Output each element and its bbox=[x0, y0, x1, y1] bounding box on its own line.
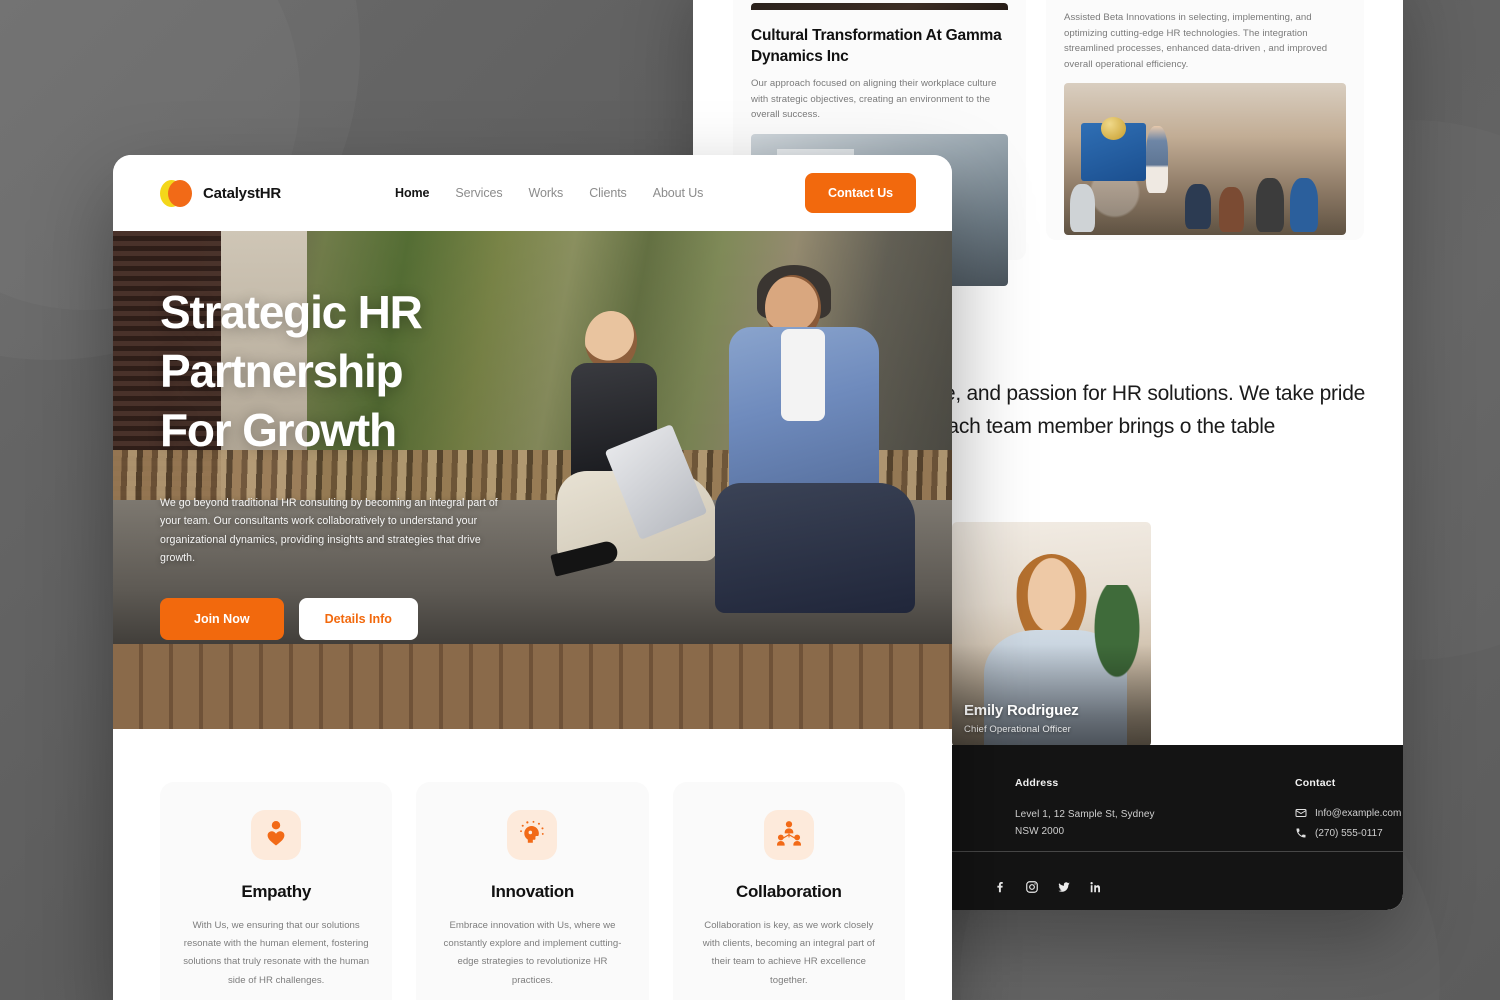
case-study-card[interactable]: HR Technology Integration At Beta Innova… bbox=[1046, 0, 1364, 240]
case-study-photo bbox=[1064, 83, 1346, 236]
case-study-title: Cultural Transformation At Gamma Dynamic… bbox=[751, 27, 1002, 65]
footer-social-links bbox=[993, 880, 1103, 894]
team-member-card[interactable]: Emily Rodriguez Chief Operational Office… bbox=[952, 522, 1151, 747]
landing-page-window: CatalystHR Home Services Works Clients A… bbox=[113, 155, 952, 1000]
footer-address-column: Address Level 1, 12 Sample St, Sydney NS… bbox=[1015, 777, 1175, 847]
feature-title: Empathy bbox=[241, 882, 312, 901]
footer-phone-text: (270) 555-0117 bbox=[1315, 827, 1383, 839]
hero-button-group: Join Now Details Info bbox=[160, 597, 600, 640]
case-study-description: Assisted Beta Innovations in selecting, … bbox=[1064, 12, 1328, 70]
feature-description: With Us, we ensuring that our solutions … bbox=[183, 920, 370, 986]
feature-icon-container bbox=[763, 810, 814, 860]
feature-title: Collaboration bbox=[735, 882, 842, 901]
features-section: Empathy With Us, we ensuring that our so… bbox=[113, 729, 952, 1000]
nav-link-clients[interactable]: Clients bbox=[589, 186, 627, 200]
team-member-name: Emily Rodriguez bbox=[964, 702, 1079, 719]
phone-icon bbox=[1295, 827, 1307, 839]
logo-mark-icon bbox=[160, 179, 192, 207]
person-heart-icon bbox=[264, 820, 288, 851]
feature-icon-container bbox=[251, 810, 302, 860]
footer-contact-column: Contact Info@example.com (270) 555-0117 bbox=[1295, 777, 1401, 847]
instagram-icon[interactable] bbox=[1025, 880, 1039, 894]
head-lightbulb-icon bbox=[519, 820, 545, 851]
contact-us-button[interactable]: Contact Us bbox=[805, 173, 916, 213]
footer-address-text: Level 1, 12 Sample St, Sydney NSW 2000 bbox=[1015, 809, 1155, 837]
footer-address-heading: Address bbox=[1015, 777, 1059, 789]
navbar: CatalystHR Home Services Works Clients A… bbox=[113, 155, 952, 231]
feature-card-empathy[interactable]: Empathy With Us, we ensuring that our so… bbox=[160, 782, 393, 1000]
hero-subtitle: We go beyond traditional HR consulting b… bbox=[160, 496, 498, 565]
footer-contact-heading: Contact bbox=[1295, 777, 1336, 789]
feature-description: Embrace innovation with Us, where we con… bbox=[443, 920, 622, 986]
hero-photo-person-man bbox=[707, 264, 922, 729]
linkedin-icon[interactable] bbox=[1089, 880, 1103, 894]
feature-title: Innovation bbox=[491, 882, 574, 901]
primary-navigation: Home Services Works Clients About Us bbox=[395, 186, 703, 200]
nav-link-about-us[interactable]: About Us bbox=[653, 186, 704, 200]
hero-title-line-1: Strategic HR bbox=[160, 286, 423, 338]
feature-card-innovation[interactable]: Innovation Embrace innovation with Us, w… bbox=[416, 782, 649, 1000]
mail-icon bbox=[1295, 807, 1307, 819]
hero-content: Strategic HR Partnership For Growth We g… bbox=[160, 283, 600, 640]
hero-section: Strategic HR Partnership For Growth We g… bbox=[113, 231, 952, 729]
footer-email-text: Info@example.com bbox=[1315, 807, 1402, 819]
feature-icon-container bbox=[507, 810, 558, 860]
brand-logo[interactable]: CatalystHR bbox=[160, 179, 282, 207]
feature-description: Collaboration is key, as we work closely… bbox=[702, 920, 875, 986]
case-study-title: HR Technology Integration At Beta Innova… bbox=[1064, 0, 1346, 1]
join-now-button[interactable]: Join Now bbox=[160, 597, 284, 640]
hero-title-line-3: For Growth bbox=[160, 403, 397, 456]
hero-title-line-2: Partnership bbox=[160, 344, 404, 397]
twitter-icon[interactable] bbox=[1057, 880, 1071, 894]
details-info-button[interactable]: Details Info bbox=[298, 597, 418, 640]
facebook-icon[interactable] bbox=[993, 880, 1007, 894]
nav-link-works[interactable]: Works bbox=[529, 186, 564, 200]
footer-email-row[interactable]: Info@example.com bbox=[1295, 807, 1401, 819]
case-study-description: Our approach focused on aligning their w… bbox=[751, 78, 997, 121]
logo-orange-circle bbox=[168, 179, 192, 207]
feature-card-collaboration[interactable]: Collaboration Collaboration is key, as w… bbox=[672, 782, 905, 1000]
people-group-icon bbox=[776, 820, 802, 851]
team-member-role: Chief Operational Officer bbox=[964, 724, 1071, 735]
nav-link-services[interactable]: Services bbox=[455, 186, 502, 200]
nav-link-home[interactable]: Home bbox=[395, 186, 429, 200]
footer-phone-row[interactable]: (270) 555-0117 bbox=[1295, 827, 1401, 839]
brand-name: CatalystHR bbox=[203, 184, 282, 202]
